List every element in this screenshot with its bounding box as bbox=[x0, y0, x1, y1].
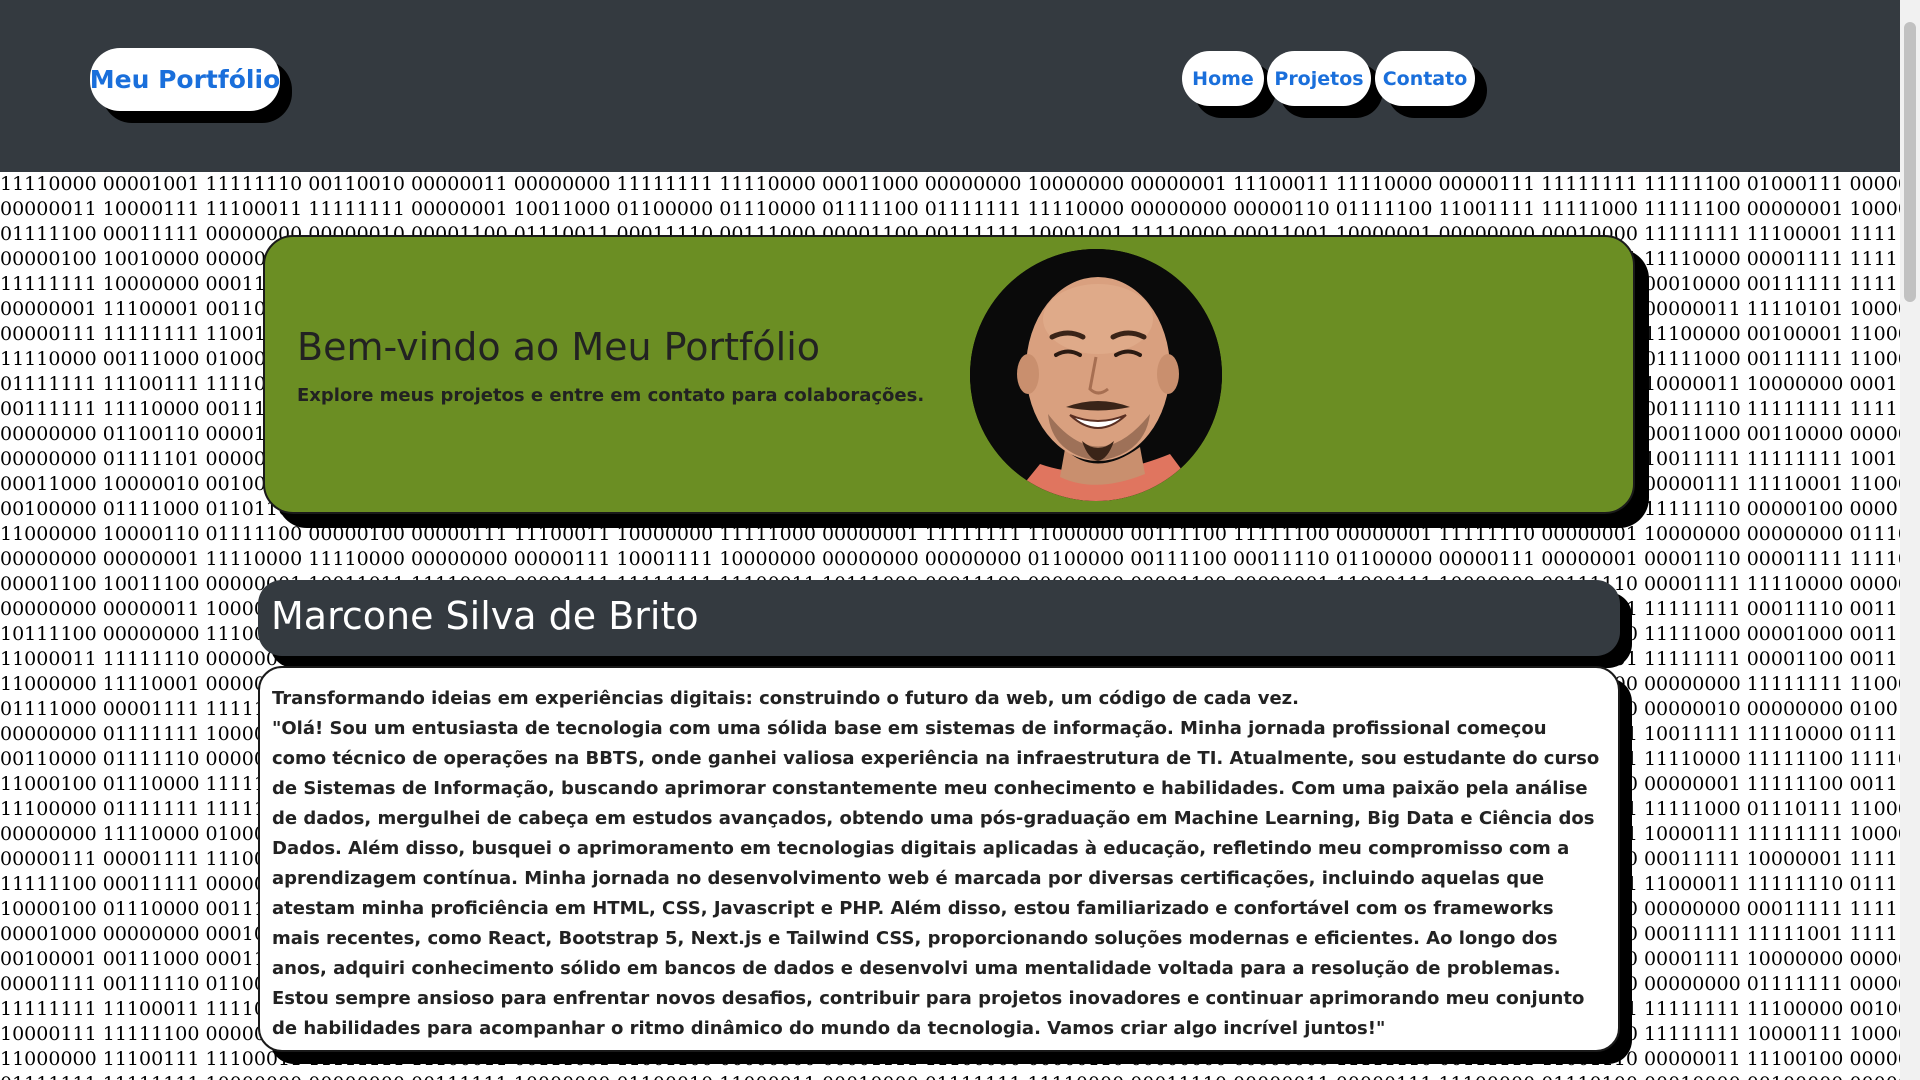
scrollbar-thumb[interactable] bbox=[1904, 22, 1916, 302]
site-header: Meu Portfólio Home Projetos Contato bbox=[0, 0, 1900, 172]
profile-photo bbox=[970, 249, 1222, 501]
vertical-scrollbar[interactable] bbox=[1900, 0, 1920, 1080]
nav-home-link[interactable]: Home bbox=[1182, 51, 1264, 106]
profile-tagline: Transformando ideias em experiências dig… bbox=[272, 688, 1299, 709]
brand-link[interactable]: Meu Portfólio bbox=[90, 48, 280, 111]
hero-section: Bem-vindo ao Meu Portfólio Explore meus … bbox=[263, 235, 1635, 514]
profile-bio: "Olá! Sou um entusiasta de tecnologia co… bbox=[272, 718, 1600, 1039]
name-bar: Marcone Silva de Brito bbox=[258, 580, 1620, 656]
nav-contato-link[interactable]: Contato bbox=[1375, 51, 1475, 106]
binary-line: 00000000 00000001 11110000 11110000 0000… bbox=[0, 548, 1900, 570]
hero-subtitle: Explore meus projetos e entre em contato… bbox=[297, 385, 925, 406]
binary-line: 11110000 00001001 11111110 00110010 0000… bbox=[0, 173, 1900, 195]
hero-title: Bem-vindo ao Meu Portfólio bbox=[297, 325, 821, 369]
nav-projetos-link[interactable]: Projetos bbox=[1267, 51, 1371, 106]
binary-line: 11000000 10000110 01111100 00000100 0000… bbox=[0, 523, 1900, 545]
about-section: Transformando ideias em experiências dig… bbox=[258, 666, 1620, 1052]
profile-name: Marcone Silva de Brito bbox=[271, 594, 699, 638]
binary-line: 00000011 10000111 11100011 11111111 0000… bbox=[0, 198, 1900, 220]
binary-line: 01111111 11111111 10000000 00000000 0011… bbox=[0, 1072, 1900, 1080]
profile-photo-illustration bbox=[970, 249, 1222, 501]
